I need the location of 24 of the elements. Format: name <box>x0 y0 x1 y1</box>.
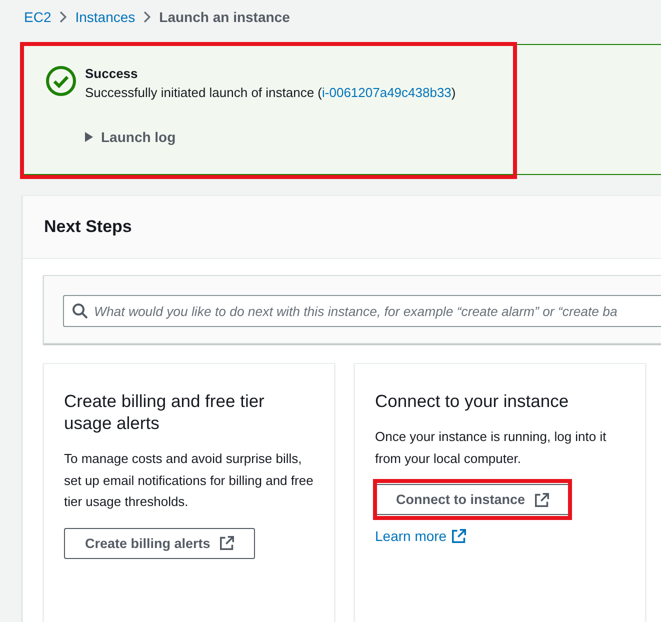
chevron-right-icon <box>59 11 68 23</box>
card-title: Create billing and free tier usage alerts <box>64 390 266 434</box>
caret-icon <box>85 132 93 142</box>
learn-more-link[interactable]: Learn more <box>375 528 466 544</box>
card-description: Once your instance is running, log into it from your local computer. <box>375 428 608 468</box>
success-title: Success <box>85 65 139 83</box>
success-message: Successfully initiated launch of instance (i-0061207a49c438b33) <box>85 84 456 102</box>
external-link-icon <box>535 492 550 506</box>
panel-title: Next Steps <box>44 217 132 237</box>
breadcrumb-current: Launch an instance <box>159 9 290 25</box>
card-description: To manage costs and avoid surprise bills, set up email notifications for billing and free tier usage thresholds. <box>64 450 314 511</box>
search-icon <box>72 303 88 319</box>
card-title: Connect to your instance <box>375 390 569 412</box>
search-field[interactable]: What would you like to do next with this instance, for example “create alarm” or “create ba <box>63 295 661 327</box>
chevron-right-icon <box>143 11 152 23</box>
card-action-button[interactable]: Create billing alerts <box>64 528 256 558</box>
card-action-button[interactable]: Connect to instance <box>375 484 570 515</box>
launch-log-toggle[interactable]: Launch log <box>85 129 456 145</box>
external-link-icon <box>220 536 234 550</box>
instance-id-link[interactable]: i-0061207a49c438b33 <box>322 85 452 100</box>
external-link-icon <box>452 529 466 543</box>
breadcrumb-link[interactable]: EC2 <box>24 9 52 25</box>
success-check-icon <box>45 65 77 97</box>
breadcrumb-link[interactable]: Instances <box>75 9 136 25</box>
